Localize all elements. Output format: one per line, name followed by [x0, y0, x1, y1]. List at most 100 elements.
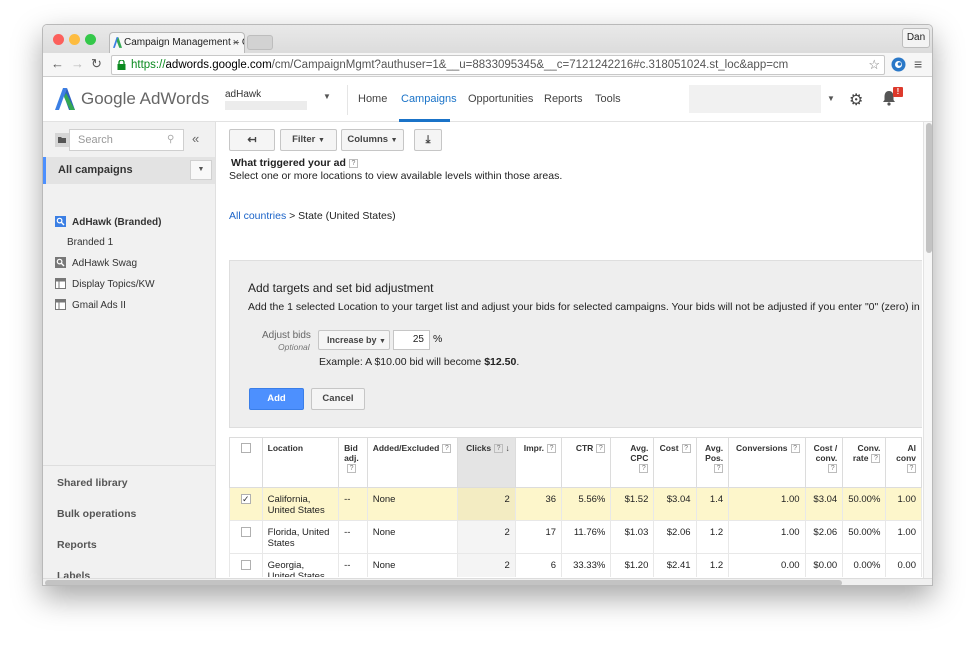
help-icon[interactable]: ?: [547, 444, 557, 454]
help-icon[interactable]: ?: [639, 464, 649, 474]
extension-icon[interactable]: [891, 57, 906, 72]
bid-mode-select[interactable]: Increase by ▼: [318, 330, 390, 350]
cell-cost: $2.06: [653, 520, 697, 554]
close-window-button[interactable]: [53, 34, 64, 45]
row-checkbox-cell[interactable]: [229, 520, 263, 554]
help-icon[interactable]: ?: [596, 444, 606, 454]
sidebar-item-gmail-ads[interactable]: Gmail Ads II: [72, 300, 126, 311]
nav-campaigns[interactable]: Campaigns: [401, 93, 457, 105]
checkbox[interactable]: [240, 527, 251, 537]
help-icon[interactable]: ?: [714, 464, 724, 474]
sidebar-reports[interactable]: Reports: [57, 539, 97, 551]
cell-conv-rate: 0.00%: [842, 553, 887, 577]
forward-arrow-icon[interactable]: →: [71, 56, 84, 71]
customer-selector-redacted[interactable]: [689, 85, 821, 113]
address-bar[interactable]: https://adwords.google.com/cm/CampaignMg…: [111, 55, 885, 75]
col-clicks[interactable]: Clicks? ↓: [457, 437, 516, 488]
checked-checkbox[interactable]: ✓: [240, 494, 251, 504]
vertical-scroll-thumb[interactable]: [926, 123, 932, 253]
header-divider: [347, 85, 348, 115]
account-name[interactable]: adHawk: [225, 89, 261, 100]
col-avg-pos[interactable]: Avg. Pos.?: [695, 437, 730, 488]
help-icon[interactable]: ?: [828, 464, 838, 474]
help-icon[interactable]: ?: [871, 454, 881, 464]
col-avg-cpc[interactable]: Avg. CPC?: [610, 437, 655, 488]
add-button[interactable]: Add: [249, 388, 304, 410]
breadcrumb-current: State (United States): [298, 210, 396, 222]
tab-strip: Campaign Management – G × Dan: [43, 25, 932, 53]
new-tab-button[interactable]: [247, 35, 273, 50]
folder-icon[interactable]: [55, 133, 69, 147]
sidebar-item-branded-1[interactable]: Branded 1: [67, 237, 113, 248]
sidebar-item-display-topics[interactable]: Display Topics/KW: [72, 279, 155, 290]
gear-icon[interactable]: ⚙: [849, 90, 863, 110]
reload-icon[interactable]: ↻: [91, 56, 102, 72]
nav-tools[interactable]: Tools: [595, 93, 621, 105]
nav-reports[interactable]: Reports: [544, 93, 583, 105]
optional-label: Optional: [278, 342, 310, 352]
search-icon[interactable]: ⚲: [167, 134, 174, 145]
help-icon[interactable]: ?: [907, 464, 916, 474]
col-added-excluded[interactable]: Added/Excluded?: [366, 437, 459, 488]
col-all-conv[interactable]: Al conv?: [885, 437, 922, 488]
vertical-scrollbar[interactable]: [923, 122, 932, 578]
select-all-checkbox[interactable]: [229, 437, 263, 488]
help-icon[interactable]: ?: [790, 444, 800, 454]
bid-percent-input[interactable]: 25: [393, 330, 430, 350]
back-button[interactable]: ↤: [229, 129, 275, 151]
collapse-sidebar-icon[interactable]: «: [192, 131, 199, 146]
chevron-down-icon[interactable]: ▼: [190, 160, 212, 180]
row-checkbox-cell[interactable]: [229, 553, 263, 577]
help-icon[interactable]: ?: [347, 464, 357, 474]
nav-opportunities[interactable]: Opportunities: [468, 93, 533, 105]
menu-icon[interactable]: ≡: [914, 56, 922, 72]
back-arrow-icon[interactable]: ←: [51, 56, 64, 71]
browser-tab[interactable]: Campaign Management – G ×: [109, 32, 245, 53]
sidebar-item-adhawk-branded[interactable]: AdHawk (Branded): [72, 217, 161, 228]
cell-bid-adj: --: [338, 487, 368, 521]
col-cost-conv[interactable]: Cost / conv.?: [804, 437, 844, 488]
horizontal-scrollbar[interactable]: [43, 578, 932, 585]
help-icon[interactable]: ?: [681, 444, 691, 454]
table-row[interactable]: ✓ California, United States -- None 2 36 5.56%…: [229, 487, 922, 521]
customer-dropdown-icon[interactable]: ▼: [827, 94, 835, 103]
help-icon[interactable]: ?: [348, 158, 358, 168]
table-row[interactable]: Florida, United States -- None 2 17 11.76% $1.…: [229, 520, 922, 554]
nav-home[interactable]: Home: [358, 93, 387, 105]
download-button[interactable]: ⤓: [414, 129, 442, 151]
filter-button[interactable]: Filter ▼: [280, 129, 337, 151]
search-campaign-icon: [55, 216, 66, 227]
sidebar-item-all-campaigns[interactable]: All campaigns ▼: [43, 157, 215, 184]
columns-label: Columns: [347, 134, 389, 145]
zoom-window-button[interactable]: [85, 34, 96, 45]
breadcrumb-all-countries[interactable]: All countries: [229, 210, 286, 222]
col-location[interactable]: Location: [261, 437, 340, 488]
sidebar-shared-library[interactable]: Shared library: [57, 477, 128, 489]
locations-table: Location Bid adj.? Added/Excluded? Click…: [229, 437, 922, 577]
col-impr[interactable]: Impr.?: [514, 437, 563, 488]
columns-button[interactable]: Columns ▼: [341, 129, 404, 151]
checkbox[interactable]: [240, 443, 251, 453]
bookmark-star-icon[interactable]: ☆: [868, 56, 880, 74]
help-icon[interactable]: ?: [442, 444, 452, 454]
cell-clicks: 2: [457, 520, 516, 554]
help-icon[interactable]: ?: [494, 444, 504, 454]
cell-cost: $2.41: [653, 553, 697, 577]
cell-avg-cpc: $1.20: [610, 553, 655, 577]
profile-button[interactable]: Dan: [902, 28, 930, 48]
account-dropdown-icon[interactable]: ▼: [323, 92, 331, 101]
col-bid-adj[interactable]: Bid adj.?: [338, 437, 368, 488]
col-ctr[interactable]: CTR?: [561, 437, 612, 488]
horizontal-scroll-thumb[interactable]: [45, 580, 842, 585]
col-conversions[interactable]: Conversions?: [728, 437, 806, 488]
cancel-button[interactable]: Cancel: [311, 388, 365, 410]
tab-close-icon[interactable]: ×: [233, 33, 239, 53]
minimize-window-button[interactable]: [69, 34, 80, 45]
col-conv-rate[interactable]: Conv. rate?: [842, 437, 887, 488]
sidebar-item-adhawk-swag[interactable]: AdHawk Swag: [72, 258, 137, 269]
checkbox[interactable]: [240, 560, 251, 570]
table-row[interactable]: Georgia, United States -- None 2 6 33.33% $1.2…: [229, 553, 922, 577]
row-checkbox-cell[interactable]: ✓: [229, 487, 263, 521]
col-cost[interactable]: Cost?: [653, 437, 697, 488]
sidebar-bulk-operations[interactable]: Bulk operations: [57, 508, 136, 520]
